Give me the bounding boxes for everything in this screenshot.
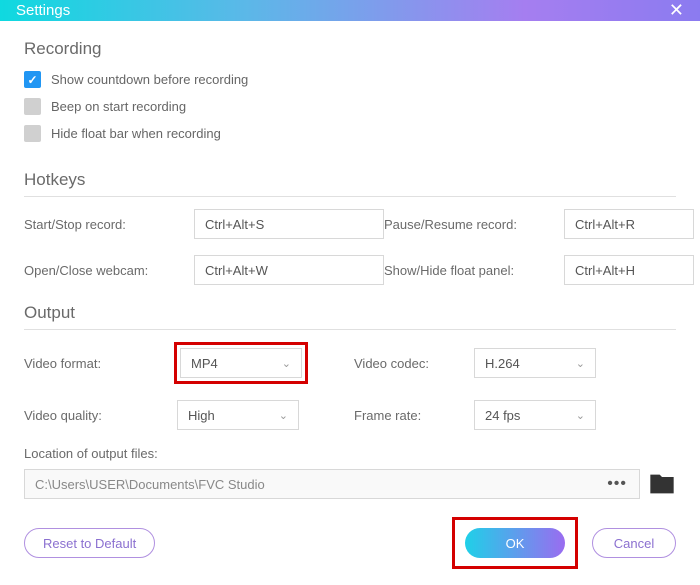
- chevron-down-icon: ⌄: [576, 357, 585, 370]
- input-startstop[interactable]: Ctrl+Alt+S: [194, 209, 384, 239]
- label-countdown: Show countdown before recording: [51, 72, 248, 87]
- select-video-format[interactable]: MP4 ⌄: [180, 348, 302, 378]
- ellipsis-icon[interactable]: •••: [607, 475, 627, 493]
- input-location[interactable]: C:\Users\USER\Documents\FVC Studio •••: [24, 469, 640, 499]
- label-pauseresume: Pause/Resume record:: [384, 217, 564, 232]
- close-icon[interactable]: ✕: [669, 0, 684, 21]
- chevron-down-icon: ⌄: [282, 357, 291, 370]
- checkbox-hidefloat[interactable]: [24, 125, 41, 142]
- label-hidefloat: Hide float bar when recording: [51, 126, 221, 141]
- select-video-codec[interactable]: H.264 ⌄: [474, 348, 596, 378]
- ok-button[interactable]: OK: [465, 528, 565, 558]
- checkbox-countdown[interactable]: [24, 71, 41, 88]
- label-floatpanel: Show/Hide float panel:: [384, 263, 564, 278]
- cancel-button[interactable]: Cancel: [592, 528, 676, 558]
- reset-button[interactable]: Reset to Default: [24, 528, 155, 558]
- input-webcam[interactable]: Ctrl+Alt+W: [194, 255, 384, 285]
- input-pauseresume[interactable]: Ctrl+Alt+R: [564, 209, 694, 239]
- label-frame-rate: Frame rate:: [354, 408, 474, 423]
- input-floatpanel[interactable]: Ctrl+Alt+H: [564, 255, 694, 285]
- label-startstop: Start/Stop record:: [24, 217, 194, 232]
- chevron-down-icon: ⌄: [576, 409, 585, 422]
- window-title: Settings: [16, 2, 70, 19]
- label-video-codec: Video codec:: [354, 356, 474, 371]
- label-beep: Beep on start recording: [51, 99, 186, 114]
- section-recording-title: Recording: [24, 39, 676, 59]
- label-webcam: Open/Close webcam:: [24, 263, 194, 278]
- chevron-down-icon: ⌄: [279, 409, 288, 422]
- section-output-title: Output: [24, 303, 676, 323]
- section-hotkeys-title: Hotkeys: [24, 170, 676, 190]
- label-video-quality: Video quality:: [24, 408, 174, 423]
- checkbox-beep[interactable]: [24, 98, 41, 115]
- select-frame-rate[interactable]: 24 fps ⌄: [474, 400, 596, 430]
- label-video-format: Video format:: [24, 356, 174, 371]
- label-location: Location of output files:: [24, 446, 676, 461]
- folder-icon[interactable]: [648, 470, 676, 498]
- select-video-quality[interactable]: High ⌄: [177, 400, 299, 430]
- titlebar: Settings ✕: [0, 0, 700, 21]
